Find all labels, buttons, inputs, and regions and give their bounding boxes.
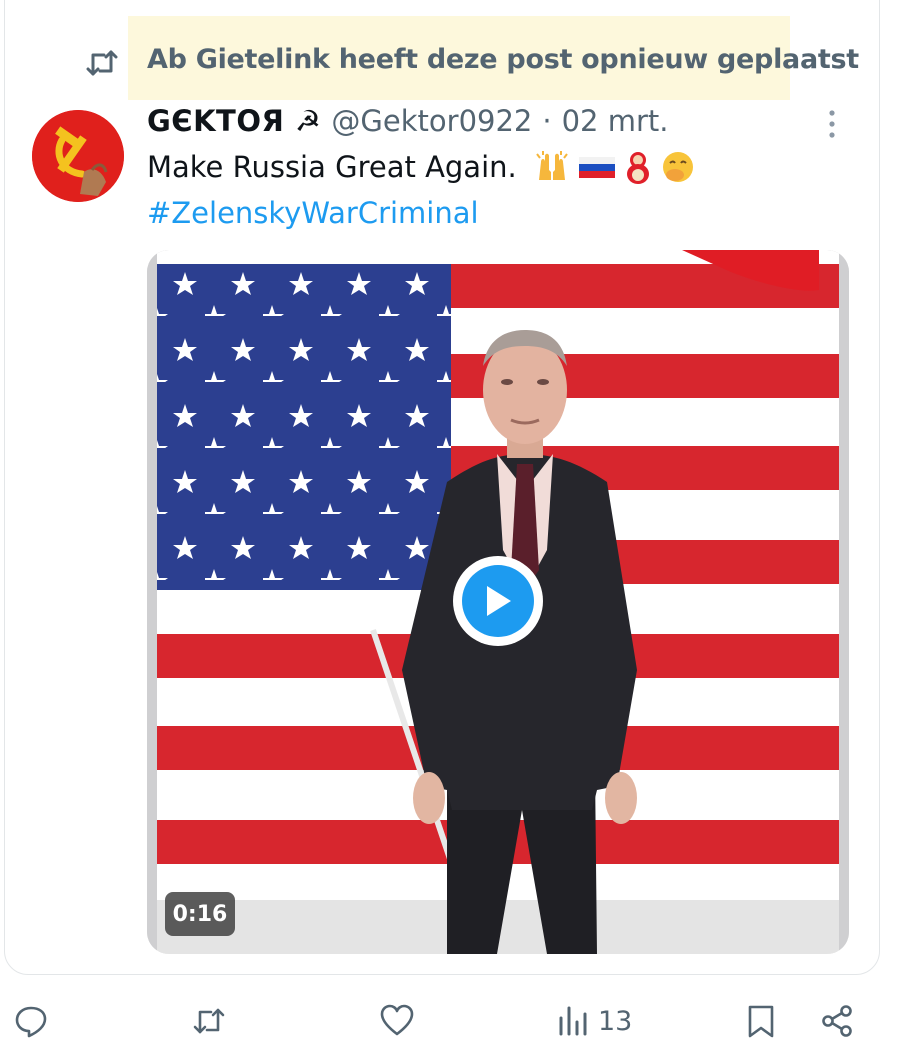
share-button[interactable] [820, 1004, 854, 1038]
repost-label[interactable]: Ab Gietelink heeft deze post opnieuw gep… [147, 44, 859, 75]
bookmark-button[interactable] [744, 1004, 778, 1038]
display-name[interactable]: GЄKTOЯ ☭ [147, 104, 321, 138]
repost-icon [86, 50, 118, 76]
post-date[interactable]: 02 mrt. [562, 104, 669, 138]
user-handle[interactable]: @Gektor0922 [331, 104, 532, 138]
heart-icon [380, 1004, 414, 1036]
tweet-header: GЄKTOЯ ☭ @Gektor0922 · 02 mrt. [147, 104, 668, 138]
bookmark-icon [748, 1005, 774, 1038]
video-duration: 0:16 [165, 892, 235, 936]
tweet-text: Make Russia Great Again. [147, 150, 695, 184]
repost-icon [193, 1008, 225, 1034]
reply-button[interactable] [14, 1004, 48, 1038]
raising-hands-icon [535, 151, 568, 180]
play-button[interactable] [453, 556, 543, 646]
play-icon [487, 586, 511, 616]
views-icon [559, 1006, 587, 1036]
separator-dot: · [542, 104, 552, 138]
hand-over-mouth-face-icon [662, 152, 693, 182]
play-button-circle [462, 565, 534, 637]
views-button[interactable]: 13 [556, 1004, 632, 1038]
reply-icon [15, 1006, 47, 1038]
repost-button[interactable] [192, 1004, 226, 1038]
hashtag-link[interactable]: #ZelenskyWarCriminal [147, 196, 479, 230]
more-vertical-icon[interactable] [822, 108, 842, 140]
share-icon [822, 1005, 852, 1037]
tweet-body: Make Russia Great Again. [147, 150, 517, 184]
like-button[interactable] [380, 1004, 414, 1038]
views-count: 13 [598, 1005, 633, 1037]
russia-flag-icon [578, 157, 615, 178]
avatar[interactable] [32, 110, 124, 202]
action-bar: 13 [0, 1000, 912, 1053]
hammer-and-sickle-icon [32, 110, 124, 202]
nesting-doll-icon [626, 152, 649, 184]
